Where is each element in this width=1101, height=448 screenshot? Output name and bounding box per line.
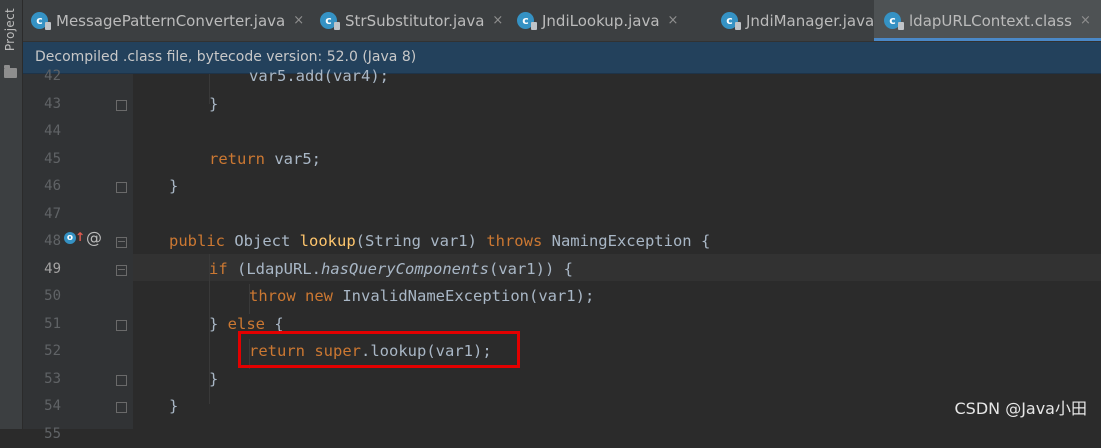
java-class-icon: c — [320, 12, 337, 29]
gutter-line: 42 — [23, 63, 133, 91]
line-number: 51 — [35, 311, 61, 339]
code-text: NamingException { — [542, 232, 710, 250]
line-number: 43 — [35, 91, 61, 119]
line-number: 55 — [35, 421, 61, 448]
class-file-icon: c — [884, 12, 901, 29]
code-line-48: public Object lookup(String var1) throws… — [169, 228, 710, 256]
code-text: (LdapURL. — [228, 260, 321, 278]
watermark: CSDN @Java小田 — [954, 395, 1087, 419]
line-number: 42 — [35, 63, 61, 91]
keyword: throws — [486, 232, 542, 250]
keyword: throw — [249, 287, 296, 305]
tab-jndilookup[interactable]: c JndiLookup.java × — [517, 0, 678, 41]
tab-label: MessagePatternConverter.java — [56, 12, 285, 30]
gutter-line: 44 — [23, 118, 133, 146]
code-text: } — [209, 315, 228, 333]
code-text: (var1)) { — [489, 260, 573, 278]
close-icon[interactable]: × — [1080, 13, 1091, 28]
line-number: 48 — [35, 228, 61, 256]
close-icon[interactable]: × — [492, 13, 503, 28]
fold-start-icon[interactable] — [116, 265, 127, 276]
gutter-line: 53 — [23, 366, 133, 394]
code-line-54: } — [169, 393, 178, 421]
editor-tab-bar: c MessagePatternConverter.java × c StrSu… — [23, 0, 1101, 42]
fold-end-icon[interactable] — [116, 182, 127, 193]
code-text: var5; — [265, 150, 321, 168]
tab-strsubstitutor[interactable]: c StrSubstitutor.java × — [320, 0, 503, 41]
code-text: (String var1) — [356, 232, 487, 250]
tab-messagepatternconverter[interactable]: c MessagePatternConverter.java × — [31, 0, 304, 41]
line-number: 47 — [35, 201, 61, 229]
gutter-line: 50 — [23, 283, 133, 311]
highlight-annotation-box — [238, 331, 520, 368]
code-line-50: throw new InvalidNameException(var1); — [249, 283, 594, 311]
gutter-line: 49 — [23, 256, 133, 284]
gutter-line: 43 — [23, 91, 133, 119]
fold-start-icon[interactable] — [116, 237, 127, 248]
line-number: 46 — [35, 173, 61, 201]
code-line-46: } — [169, 173, 178, 201]
keyword: else — [228, 315, 265, 333]
gutter-line: 52 — [23, 338, 133, 366]
up-arrow-icon[interactable]: ↑ — [75, 230, 85, 244]
code-text: { — [265, 315, 284, 333]
keyword: new — [305, 287, 333, 305]
java-class-icon: c — [721, 12, 738, 29]
code-line-42: var5.add(var4); — [249, 63, 389, 91]
tab-label: JndiManager.java — [746, 12, 874, 30]
method-name: lookup — [300, 232, 356, 250]
fold-end-icon[interactable] — [116, 100, 127, 111]
gutter-line: 51 — [23, 311, 133, 339]
code-line-53: } — [209, 366, 218, 394]
fold-end-icon[interactable] — [116, 375, 127, 386]
line-number: 52 — [35, 338, 61, 366]
editor-gutter: 42 43 44 45 46 47 48 49 50 51 52 53 54 5… — [23, 74, 133, 429]
code-text: Object — [225, 232, 300, 250]
close-icon[interactable]: × — [668, 13, 679, 28]
java-class-icon: c — [31, 12, 48, 29]
fold-end-icon[interactable] — [116, 320, 127, 331]
static-method-call: hasQueryComponents — [321, 260, 489, 278]
line-number: 45 — [35, 146, 61, 174]
code-line-49: if (LdapURL.hasQueryComponents(var1)) { — [209, 256, 573, 284]
keyword: public — [169, 232, 225, 250]
tab-label: StrSubstitutor.java — [345, 12, 484, 30]
gutter-line: 54 — [23, 393, 133, 421]
folder-icon[interactable] — [4, 68, 17, 78]
code-line-43: } — [209, 91, 218, 119]
tab-label: ldapURLContext.class — [909, 12, 1072, 30]
line-number: 49 — [35, 256, 61, 284]
project-sidebar[interactable]: Project — [0, 0, 23, 429]
code-line-45: return var5; — [209, 146, 321, 174]
gutter-line: 46 — [23, 173, 133, 201]
fold-end-icon[interactable] — [116, 402, 127, 413]
code-text: InvalidNameException(var1); — [333, 287, 594, 305]
code-editor[interactable]: var5.add(var4); } return var5; } public … — [133, 74, 1101, 429]
gutter-line: 55 — [23, 421, 133, 448]
line-number: 53 — [35, 366, 61, 394]
sidebar-project-label[interactable]: Project — [3, 8, 17, 51]
tab-ldapurlcontext[interactable]: c ldapURLContext.class × — [874, 0, 1101, 41]
tab-jndimanager[interactable]: c JndiManager.java × — [721, 0, 893, 41]
gutter-line: 47 — [23, 201, 133, 229]
override-annotation-icon[interactable]: @ — [86, 228, 102, 247]
java-class-icon: c — [517, 12, 534, 29]
keyword: return — [209, 150, 265, 168]
line-number: 50 — [35, 283, 61, 311]
gutter-line: 45 — [23, 146, 133, 174]
decompiled-notice-banner: Decompiled .class file, bytecode version… — [23, 42, 1101, 74]
close-icon[interactable]: × — [293, 13, 304, 28]
line-number: 54 — [35, 393, 61, 421]
keyword: if — [209, 260, 228, 278]
line-number: 44 — [35, 118, 61, 146]
tab-label: JndiLookup.java — [542, 12, 660, 30]
